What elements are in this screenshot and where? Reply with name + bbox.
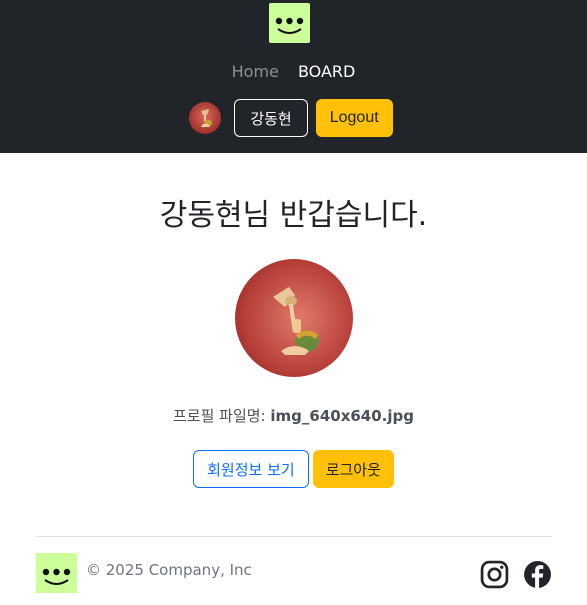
profile-filename-value: img_640x640.jpg <box>270 407 414 425</box>
copyright-text: © 2025 Company, Inc <box>86 561 252 579</box>
site-footer: © 2025 Company, Inc <box>36 536 552 605</box>
view-member-info-button[interactable]: 회원정보 보기 <box>193 450 309 488</box>
main-nav: Home BOARD <box>0 61 587 83</box>
header-logout-button[interactable]: Logout <box>315 99 393 137</box>
logout-button[interactable]: 로그아웃 <box>312 450 394 488</box>
profile-filename: 프로필 파일명: img_640x640.jpg <box>0 405 587 426</box>
footer-smiley-logo-icon[interactable] <box>36 553 77 593</box>
main-content: 강동현님 반갑습니다. 프로필 파일명: img_640x640.jpg 회원정… <box>0 153 587 536</box>
nav-board-link[interactable]: BOARD <box>291 61 362 83</box>
user-name-button[interactable]: 강동현 <box>234 99 308 137</box>
user-bar: 강동현 Logout <box>0 99 587 137</box>
site-header: Home BOARD 강동현 Logout <box>0 0 587 153</box>
nav-home-link[interactable]: Home <box>225 61 286 83</box>
facebook-icon[interactable] <box>523 560 552 589</box>
profile-filename-label: 프로필 파일명: <box>172 407 271 425</box>
welcome-heading: 강동현님 반갑습니다. <box>159 198 428 233</box>
profile-image <box>235 259 353 377</box>
instagram-icon[interactable] <box>480 560 509 589</box>
social-links <box>480 560 552 589</box>
smiley-logo-icon[interactable] <box>269 3 310 43</box>
user-avatar[interactable] <box>189 102 222 134</box>
profile-actions: 회원정보 보기 로그아웃 <box>0 450 587 488</box>
